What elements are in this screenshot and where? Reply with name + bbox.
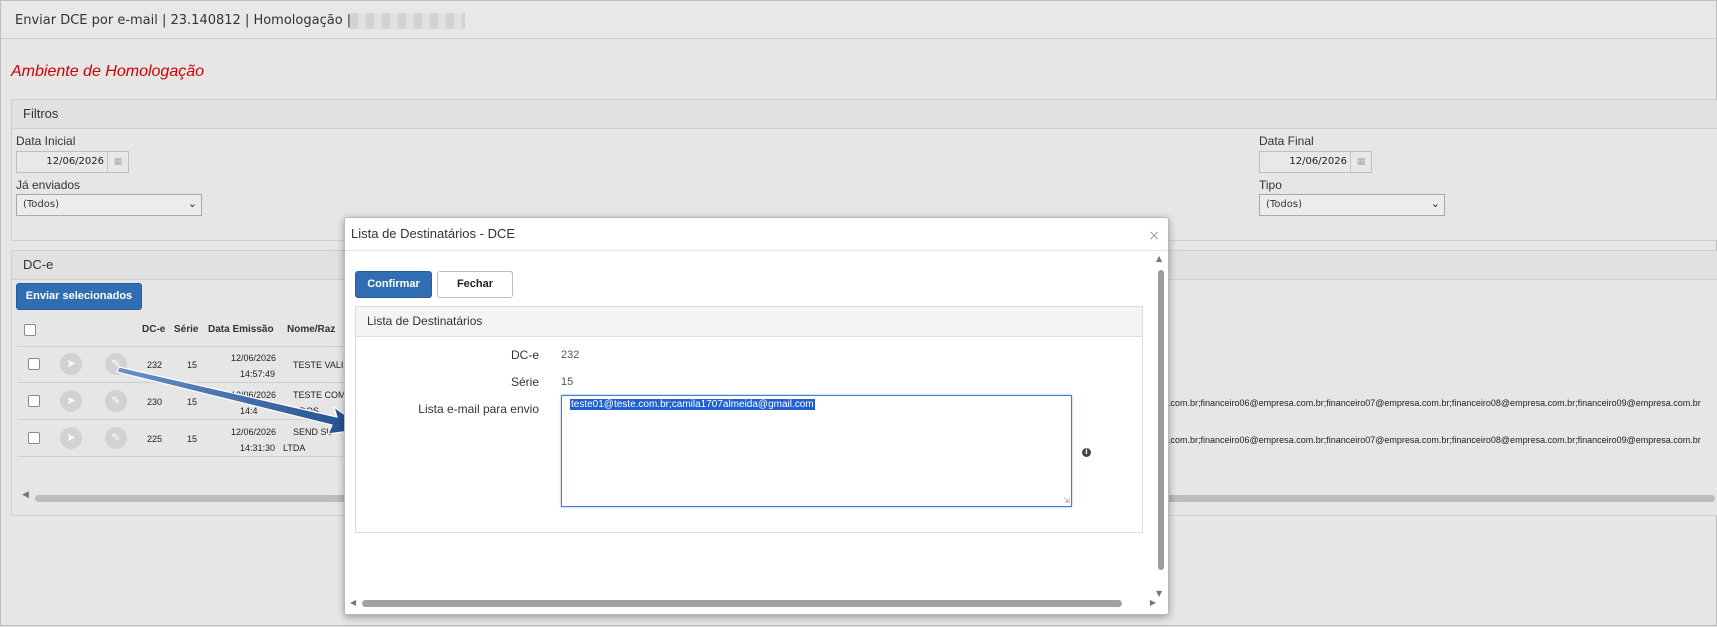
close-icon[interactable]: × bbox=[1148, 228, 1160, 244]
scrollbar-thumb[interactable] bbox=[362, 600, 1122, 607]
section-title: Lista de Destinatários bbox=[356, 307, 1142, 337]
modal-header: Lista de Destinatários - DCE × bbox=[345, 218, 1168, 251]
scroll-down-icon[interactable]: ▼ bbox=[1156, 589, 1162, 598]
info-icon[interactable]: i bbox=[1082, 448, 1091, 457]
dce-value: 232 bbox=[561, 349, 580, 361]
email-list-value: teste01@teste.com.br;camila1707almeida@g… bbox=[570, 399, 815, 410]
scroll-up-icon[interactable]: ▲ bbox=[1156, 254, 1162, 263]
modal-title: Lista de Destinatários - DCE bbox=[351, 226, 516, 241]
dce-label: DC-e bbox=[510, 348, 539, 362]
scrollbar-thumb[interactable] bbox=[1158, 270, 1164, 570]
app-frame: Enviar DCE por e-mail | 23.140812 | Homo… bbox=[0, 0, 1717, 626]
resize-grip-icon[interactable]: ⇲ bbox=[1063, 496, 1070, 505]
serie-label: Série bbox=[510, 375, 539, 389]
serie-value: 15 bbox=[561, 376, 574, 388]
scroll-right-icon[interactable]: ▶ bbox=[1150, 598, 1156, 607]
email-list-label: Lista e-mail para envio bbox=[418, 402, 539, 416]
confirm-button[interactable]: Confirmar bbox=[355, 271, 432, 298]
modal-horizontal-scrollbar[interactable]: ◀ ▶ bbox=[350, 598, 1156, 610]
modal-vertical-scrollbar[interactable]: ▲ ▼ bbox=[1156, 254, 1166, 598]
email-list-textarea[interactable]: teste01@teste.com.br;camila1707almeida@g… bbox=[561, 395, 1072, 507]
scroll-left-icon[interactable]: ◀ bbox=[350, 598, 356, 607]
close-button[interactable]: Fechar bbox=[437, 271, 513, 298]
